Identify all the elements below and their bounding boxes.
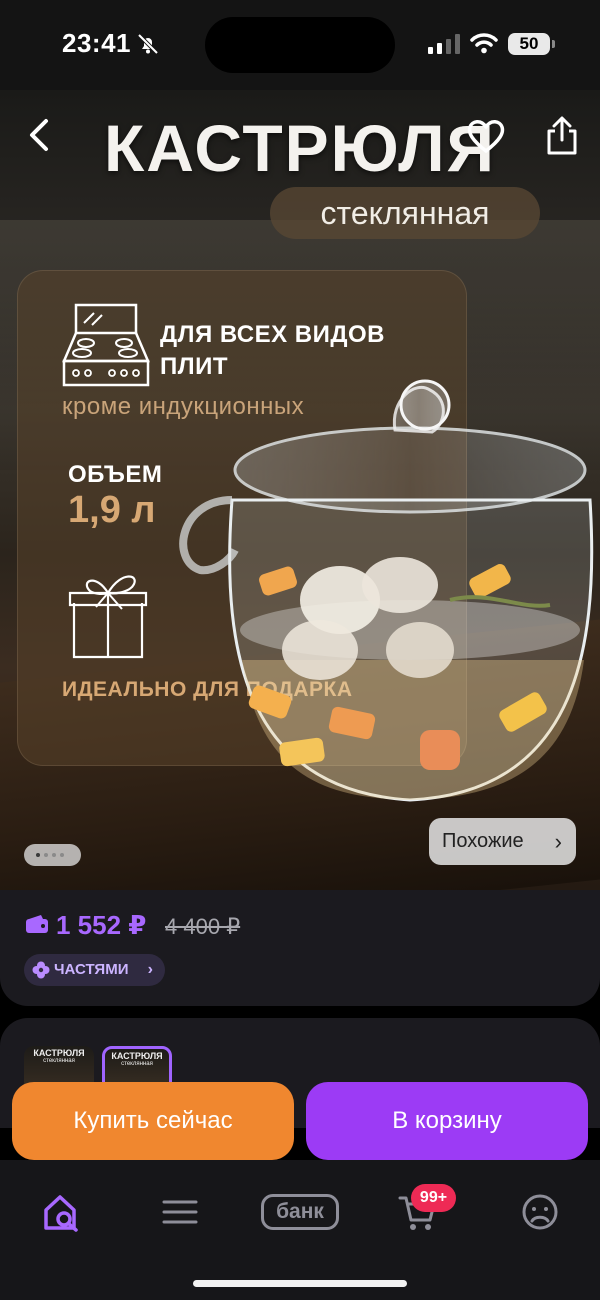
status-time: 23:41 [62,28,131,58]
bottom-navigation: банк 99+ [0,1160,600,1300]
price-section: 1 552 ₽ 4 400 ₽ ЧАСТЯМИ › [0,890,600,1006]
pagination-dot [52,853,56,857]
variant-title: КАСТРЮЛЯ [111,1051,163,1061]
product-image-gallery[interactable]: КАСТРЮЛЯ стеклянная ДЛЯ ВСЕХ ВИДОВ ПЛИТ … [0,90,600,890]
buy-now-button[interactable]: Купить сейчас [12,1082,294,1160]
pagination-dot [60,853,64,857]
pagination-dot [44,853,48,857]
add-to-cart-button[interactable]: В корзину [306,1082,588,1160]
chevron-right-icon: › [147,961,153,978]
gallery-pagination [24,844,81,866]
home-indicator [193,1280,407,1287]
bell-slash-icon [137,33,159,55]
glass-pot-image [179,379,594,802]
variant-title: КАСТРЮЛЯ [33,1048,85,1058]
catalog-menu-icon[interactable] [160,1192,200,1232]
stove-icon [62,303,150,387]
variant-subtitle: стеклянная [121,1061,153,1067]
variant-subtitle: стеклянная [43,1058,75,1064]
similar-button-label: Похожие [442,830,524,852]
installments-label: ЧАСТЯМИ [54,961,129,978]
similar-button[interactable]: Похожие › [429,818,576,865]
wifi-icon [470,33,498,54]
installments-button[interactable]: ЧАСТЯМИ › [24,954,165,986]
back-button[interactable] [22,118,56,152]
signal-icon [428,34,460,54]
feature-volume-label: ОБЪЕМ [68,461,163,488]
share-button[interactable] [544,116,580,156]
hero-subtitle: стеклянная [270,187,540,239]
flower-icon [32,961,50,979]
favorite-button[interactable] [466,118,506,154]
pagination-dot [36,853,40,857]
home-search-icon[interactable] [42,1192,82,1232]
status-bar: 23:41 50 [0,0,600,90]
bank-icon[interactable]: банк [261,1194,339,1230]
dynamic-island [205,17,395,73]
gift-icon [68,575,148,659]
profile-icon[interactable] [520,1192,560,1232]
hero-title: КАСТРЮЛЯ [104,111,496,185]
wallet-icon [26,915,48,933]
old-price: 4 400 ₽ [165,914,241,939]
battery-icon: 50 [508,33,555,55]
cart-badge: 99+ [411,1184,456,1212]
current-price: 1 552 ₽ [56,910,147,940]
feature-volume-value: 1,9 л [68,489,156,531]
chevron-right-icon: › [554,829,562,854]
